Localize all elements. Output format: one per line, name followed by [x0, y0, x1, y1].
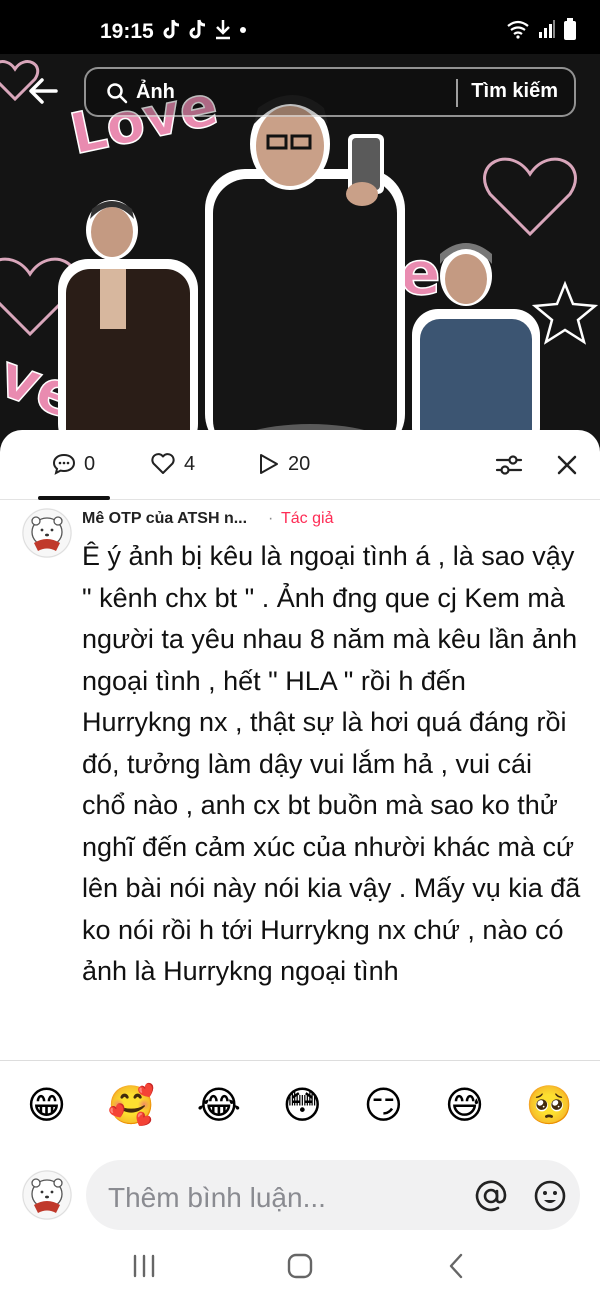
filter-sliders-icon[interactable] [494, 452, 524, 478]
back-arrow-icon[interactable] [26, 74, 60, 108]
home-icon[interactable] [287, 1252, 313, 1280]
tiktok-icon [189, 19, 206, 39]
comment-author[interactable]: Mê OTP của ATSH n... [82, 510, 247, 528]
emoji-grinning[interactable]: 😁 [27, 1087, 67, 1125]
my-avatar [22, 1170, 72, 1220]
close-icon[interactable] [556, 454, 578, 476]
emoji-smirk[interactable]: 😏 [364, 1087, 404, 1125]
search-bar[interactable]: Ảnh Tìm kiếm [84, 67, 576, 117]
play-icon [260, 454, 278, 474]
emoji-pleading[interactable]: 🥺 [526, 1087, 573, 1125]
dot-icon [240, 27, 246, 33]
author-badge: Tác giả [281, 510, 334, 527]
wifi-icon [507, 20, 529, 39]
commenter-avatar[interactable] [22, 508, 72, 558]
comments-count: 0 [84, 452, 96, 475]
search-icon [107, 83, 128, 104]
tiktok-icon [163, 19, 180, 39]
quick-emoji-row: 😁 🥰 😂 😳 😏 😅 🥺 [0, 1060, 600, 1150]
likes-count: 4 [184, 452, 196, 475]
comments-sheet: 0 4 20 Mê OTP của ATSH n... · Tác giả Ê … [0, 430, 600, 1300]
search-divider [456, 79, 458, 107]
system-icons [506, 18, 576, 40]
svg-text:e: e [400, 239, 441, 309]
comment-separator: · [268, 510, 274, 527]
emoji-flushed[interactable]: 😳 [283, 1087, 323, 1125]
nav-back-icon[interactable] [446, 1252, 466, 1280]
comment-text: Ê ý ảnh bị kêu là ngoại tình á , là sao … [82, 541, 581, 986]
search-query-text[interactable]: Ảnh [136, 81, 175, 104]
mention-at-icon[interactable] [474, 1179, 508, 1213]
emoji-hearts[interactable]: 🥰 [108, 1087, 155, 1125]
comment-input-placeholder[interactable]: Thêm bình luận... [108, 1182, 326, 1214]
comment-bubble-icon [52, 453, 76, 475]
status-bar: 19:15 [0, 0, 600, 54]
recent-apps-icon[interactable] [132, 1252, 156, 1280]
comment-item[interactable]: Mê OTP của ATSH n... · Tác giả Ê ý ảnh b… [0, 500, 600, 1060]
comments-tabs: 0 4 20 [0, 430, 600, 500]
battery-icon [564, 18, 576, 40]
tab-views[interactable]: 20 [256, 452, 310, 476]
status-time: 19:15 [100, 20, 154, 43]
system-nav-bar [0, 1240, 600, 1300]
notification-icons [162, 18, 248, 40]
tab-likes[interactable]: 4 [150, 452, 195, 476]
heart-icon [151, 453, 175, 474]
emoji-sweat-smile[interactable]: 😅 [445, 1087, 485, 1125]
tab-comments[interactable]: 0 [52, 452, 95, 476]
bear-avatar-icon [22, 1170, 72, 1220]
views-count: 20 [288, 452, 311, 475]
search-button[interactable]: Tìm kiếm [471, 80, 558, 103]
bear-avatar-icon [22, 508, 72, 558]
signal-icon [539, 20, 555, 38]
emoji-picker-icon[interactable] [533, 1179, 567, 1213]
comment-composer: Thêm bình luận... [0, 1150, 600, 1240]
download-icon [216, 20, 230, 40]
emoji-tears-of-joy[interactable]: 😂 [197, 1087, 241, 1125]
